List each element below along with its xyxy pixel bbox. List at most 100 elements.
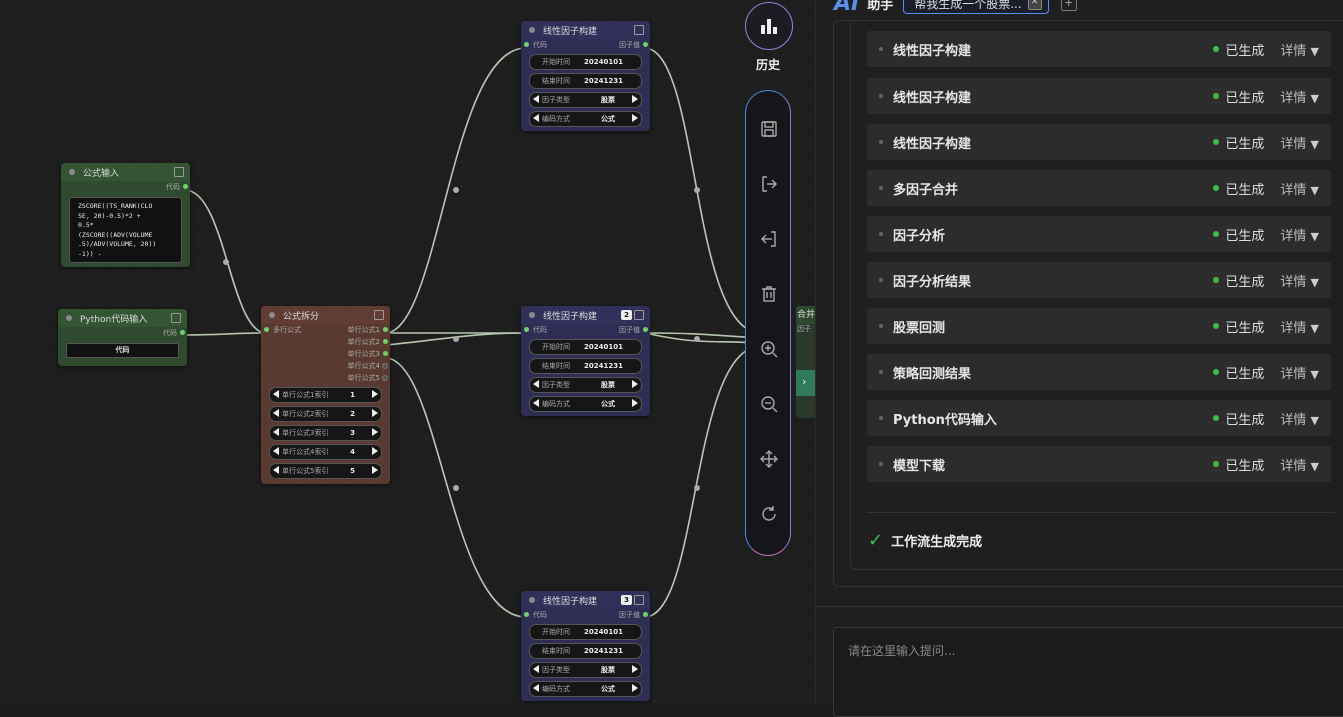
start-date-field[interactable]: 开始时间 20240101 — [529, 339, 642, 355]
formula-code-textarea[interactable]: ZSCORE((TS_RANK(CLO SE, 20)-0.5)*2 + 0.5… — [69, 197, 182, 263]
index-widget[interactable]: 单行公式2索引 2 — [269, 406, 382, 422]
step-detail-toggle[interactable]: 详情 ▼ — [1280, 179, 1319, 198]
python-input-node[interactable]: Python代码输入 代码 代码 — [58, 309, 187, 366]
output-port[interactable] — [643, 612, 648, 617]
external-link-icon[interactable] — [634, 310, 644, 320]
decrement-arrow-icon[interactable] — [533, 380, 539, 388]
move-icon[interactable] — [758, 448, 780, 470]
node-header[interactable]: 线性因子构建 — [521, 21, 650, 39]
linear-factor-node-3[interactable]: 线性因子构建 3 代码 因子值 开始时间 20240101 结束时间 20241231… — [521, 591, 650, 701]
node-header[interactable]: 线性因子构建 2 — [521, 306, 650, 324]
end-date-field[interactable]: 结束时间 20241231 — [529, 643, 642, 659]
external-link-icon[interactable] — [171, 313, 181, 323]
code-button[interactable]: 代码 — [66, 343, 179, 358]
reroute-point[interactable] — [694, 336, 700, 342]
increment-arrow-icon[interactable] — [632, 380, 638, 388]
encoding-select[interactable]: 编码方式 公式 — [529, 396, 642, 412]
workflow-canvas[interactable]: 公式输入 代码 ZSCORE((TS_RANK(CLO SE, 20)-0.5)… — [0, 0, 815, 704]
start-date-field[interactable]: 开始时间 20240101 — [529, 54, 642, 70]
close-icon[interactable]: ✕ — [1027, 0, 1042, 10]
increment-arrow-icon[interactable] — [372, 409, 378, 417]
reroute-point[interactable] — [694, 485, 700, 491]
index-widget[interactable]: 单行公式4索引 4 — [269, 444, 382, 460]
collapse-dot-icon[interactable] — [529, 27, 535, 33]
increment-arrow-icon[interactable] — [632, 665, 638, 673]
save-icon[interactable] — [758, 118, 780, 140]
external-link-icon[interactable] — [634, 595, 644, 605]
zoom-in-icon[interactable] — [758, 338, 780, 360]
decrement-arrow-icon[interactable] — [273, 447, 279, 455]
output-port[interactable] — [382, 363, 388, 369]
end-date-field[interactable]: 结束时间 20241231 — [529, 73, 642, 89]
encoding-select[interactable]: 编码方式 公式 — [529, 681, 642, 697]
add-tab-button[interactable]: + — [1060, 0, 1077, 11]
step-detail-toggle[interactable]: 详情 ▼ — [1280, 40, 1319, 59]
step-detail-toggle[interactable]: 详情 ▼ — [1280, 363, 1319, 382]
expand-button[interactable]: › — [796, 370, 815, 396]
node-header[interactable]: 线性因子构建 3 — [521, 591, 650, 609]
session-tab[interactable]: 帮我生成一个股票... ✕ — [903, 0, 1049, 14]
external-link-icon[interactable] — [174, 167, 184, 177]
index-widget[interactable]: 单行公式5索引 5 — [269, 463, 382, 479]
start-date-field[interactable]: 开始时间 20240101 — [529, 624, 642, 640]
output-port[interactable] — [180, 330, 185, 335]
increment-arrow-icon[interactable] — [372, 466, 378, 474]
zoom-out-icon[interactable] — [758, 393, 780, 415]
step-detail-toggle[interactable]: 详情 ▼ — [1280, 455, 1319, 474]
reroute-point[interactable] — [694, 187, 700, 193]
increment-arrow-icon[interactable] — [372, 447, 378, 455]
reroute-point[interactable] — [453, 187, 459, 193]
node-header[interactable]: Python代码输入 — [58, 309, 187, 327]
factor-type-select[interactable]: 因子类型 股票 — [529, 92, 642, 108]
merge-node-partial[interactable]: 合并 因子 › — [796, 306, 815, 418]
end-date-field[interactable]: 结束时间 20241231 — [529, 358, 642, 374]
input-port[interactable] — [524, 42, 529, 47]
increment-arrow-icon[interactable] — [372, 390, 378, 398]
decrement-arrow-icon[interactable] — [273, 428, 279, 436]
output-port[interactable] — [383, 351, 388, 356]
reroute-point[interactable] — [453, 485, 459, 491]
output-port[interactable] — [643, 327, 648, 332]
node-header[interactable]: 公式输入 — [61, 163, 190, 181]
step-detail-toggle[interactable]: 详情 ▼ — [1280, 271, 1319, 290]
trash-icon[interactable] — [758, 283, 780, 305]
linear-factor-node-2[interactable]: 线性因子构建 2 代码 因子值 开始时间 20240101 结束时间 20241231… — [521, 306, 650, 416]
step-detail-toggle[interactable]: 详情 ▼ — [1280, 317, 1319, 336]
input-port[interactable] — [524, 612, 529, 617]
output-port[interactable] — [383, 339, 388, 344]
node-header[interactable]: 公式拆分 — [261, 306, 390, 324]
increment-arrow-icon[interactable] — [632, 399, 638, 407]
decrement-arrow-icon[interactable] — [273, 409, 279, 417]
factor-type-select[interactable]: 因子类型 股票 — [529, 377, 642, 393]
decrement-arrow-icon[interactable] — [533, 665, 539, 673]
decrement-arrow-icon[interactable] — [533, 399, 539, 407]
import-icon[interactable] — [758, 228, 780, 250]
increment-arrow-icon[interactable] — [632, 684, 638, 692]
collapse-dot-icon[interactable] — [529, 312, 535, 318]
output-port[interactable] — [382, 375, 388, 381]
history-button[interactable] — [745, 2, 793, 50]
step-detail-toggle[interactable]: 详情 ▼ — [1280, 409, 1319, 428]
collapse-dot-icon[interactable] — [66, 315, 72, 321]
input-port[interactable] — [264, 327, 269, 332]
refresh-icon[interactable] — [758, 503, 780, 525]
formula-split-node[interactable]: 公式拆分 多行公式 单行公式1 单行公式2 单行公式3 单行公式4 单行公式5 单… — [261, 306, 390, 484]
collapse-dot-icon[interactable] — [529, 597, 535, 603]
increment-arrow-icon[interactable] — [632, 95, 638, 103]
export-icon[interactable] — [758, 173, 780, 195]
decrement-arrow-icon[interactable] — [533, 684, 539, 692]
increment-arrow-icon[interactable] — [632, 114, 638, 122]
formula-input-node[interactable]: 公式输入 代码 ZSCORE((TS_RANK(CLO SE, 20)-0.5)… — [61, 163, 190, 267]
reroute-point[interactable] — [223, 259, 229, 265]
output-port[interactable] — [183, 184, 188, 189]
step-detail-toggle[interactable]: 详情 ▼ — [1280, 133, 1319, 152]
decrement-arrow-icon[interactable] — [273, 390, 279, 398]
decrement-arrow-icon[interactable] — [533, 114, 539, 122]
external-link-icon[interactable] — [374, 310, 384, 320]
collapse-dot-icon[interactable] — [269, 312, 275, 318]
index-widget[interactable]: 单行公式3索引 3 — [269, 425, 382, 441]
factor-type-select[interactable]: 因子类型 股票 — [529, 662, 642, 678]
output-port[interactable] — [643, 42, 648, 47]
encoding-select[interactable]: 编码方式 公式 — [529, 111, 642, 127]
step-detail-toggle[interactable]: 详情 ▼ — [1280, 225, 1319, 244]
